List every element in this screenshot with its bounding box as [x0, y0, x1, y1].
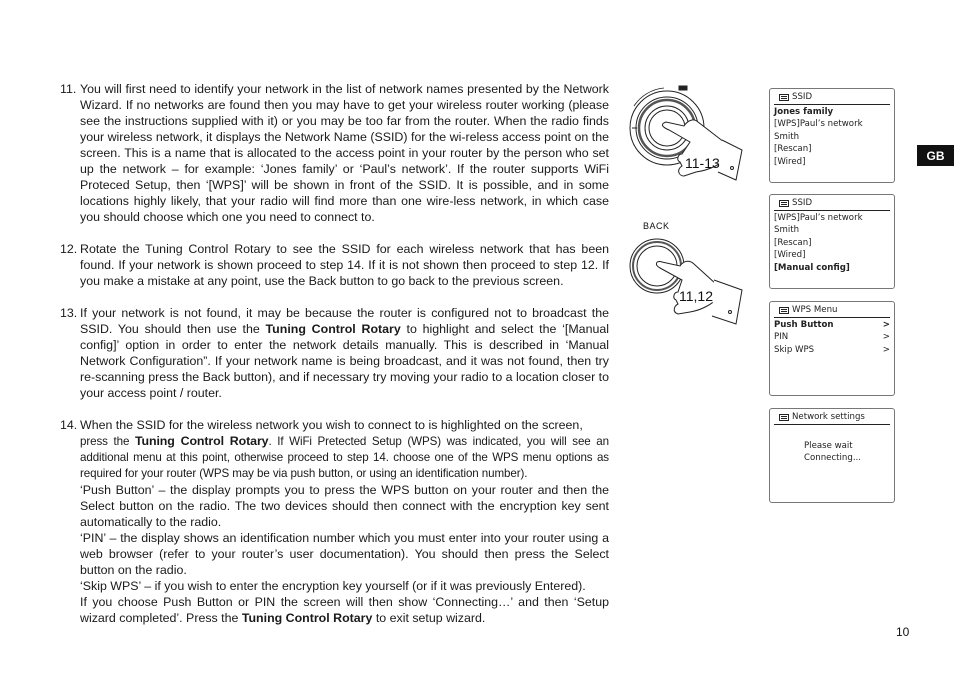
control-name: Tuning Control Rotary — [134, 434, 269, 448]
step-13: 13. If your network is not found, it may… — [60, 305, 609, 401]
lcd-screen-network-settings: Network settings Please wait Connecting.… — [769, 408, 895, 503]
network-item[interactable]: Smith — [774, 131, 890, 143]
menu-list-icon — [779, 199, 789, 207]
language-tab: GB — [917, 145, 954, 166]
rescan-item[interactable]: [Rescan] — [774, 143, 890, 155]
step-11: 11. You will first need to identify your… — [60, 81, 609, 225]
text: to exit setup wizard. — [372, 611, 486, 625]
item-label: Smith — [774, 225, 800, 236]
step-label: 11-13 — [685, 155, 720, 171]
lcd-screen-ssid-2: SSID [WPS]Paul’s network Smith [Rescan] … — [769, 194, 895, 289]
manual-config-item[interactable]: [Manual config] — [774, 262, 890, 274]
skip-wps-item[interactable]: Skip WPS > — [774, 344, 890, 356]
pin-item[interactable]: PIN > — [774, 331, 890, 343]
screen-header: Network settings — [774, 411, 890, 425]
item-label: Skip WPS — [774, 344, 815, 355]
push-button-option-text: ‘Push Button’ – the display prompts you … — [80, 483, 609, 529]
step-text: If you choose Push Button or PIN the scr… — [80, 594, 609, 626]
screen-title: WPS Menu — [792, 304, 838, 315]
back-button-label: BACK — [643, 221, 670, 231]
wired-item[interactable]: [Wired] — [774, 249, 890, 261]
wired-item[interactable]: [Wired] — [774, 156, 890, 168]
screen-title: SSID — [792, 91, 813, 102]
status-message: Connecting... — [804, 453, 862, 464]
chevron-right-icon: > — [882, 344, 890, 355]
item-label: PIN — [774, 332, 789, 343]
item-label: [Wired] — [774, 250, 806, 261]
menu-list-icon — [779, 306, 789, 314]
screen-header: WPS Menu — [774, 304, 890, 318]
step-text: When the SSID for the wireless network y… — [80, 418, 583, 432]
item-label: [Manual config] — [774, 262, 850, 273]
item-label: [Rescan] — [774, 237, 812, 248]
instructions-column: 11. You will first need to identify your… — [60, 81, 609, 642]
chevron-right-icon: > — [882, 332, 890, 343]
status-message: Please wait — [804, 441, 853, 451]
skip-wps-option-text: ‘Skip WPS’ – if you wish to enter the en… — [80, 579, 586, 593]
back-button-icon — [629, 238, 743, 325]
item-label: Smith — [774, 131, 800, 142]
rescan-item[interactable]: [Rescan] — [774, 237, 890, 249]
network-item[interactable]: Jones family — [774, 106, 890, 118]
network-item[interactable]: [WPS]Paul’s network — [774, 212, 890, 224]
screen-title: Network settings — [792, 411, 865, 422]
network-item[interactable]: Smith — [774, 224, 890, 236]
step-number: 11. — [60, 82, 77, 96]
lcd-screen-ssid-1: SSID Jones family [WPS]Paul’s network Sm… — [769, 88, 895, 183]
step-number: 12. — [60, 242, 78, 256]
menu-list-icon — [779, 93, 789, 101]
screen-title: SSID — [792, 197, 813, 208]
item-label: [WPS]Paul’s network — [774, 213, 863, 223]
control-name: Tuning Control Rotary — [241, 611, 373, 625]
push-button-item[interactable]: Push Button > — [774, 319, 890, 331]
item-label: [Wired] — [774, 156, 806, 167]
tuning-rotary-icon — [629, 85, 743, 181]
item-label: Jones family — [774, 107, 834, 117]
rotary-figure: 11-13 — [624, 80, 754, 200]
network-item[interactable]: [WPS]Paul’s network — [774, 118, 890, 130]
item-label: [Rescan] — [774, 144, 812, 155]
pin-option-text: ‘PIN’ – the display shows an identificat… — [80, 531, 609, 577]
step-number: 14. — [60, 418, 78, 432]
step-text: press the Tuning Control Rotary. If WiFi… — [80, 433, 609, 482]
screen-header: SSID — [774, 91, 890, 105]
screen-header: SSID — [774, 197, 890, 211]
step-12: 12. Rotate the Tuning Control Rotary to … — [60, 241, 609, 289]
lcd-screen-wps-menu: WPS Menu Push Button > PIN > Skip WPS > — [769, 301, 895, 396]
item-label: Push Button — [774, 320, 834, 330]
item-label: [WPS]Paul’s network — [774, 119, 863, 130]
step-number: 13. — [60, 306, 78, 320]
step-label: 11,12 — [679, 288, 713, 304]
step-14: 14. When the SSID for the wireless netwo… — [60, 417, 609, 626]
text: press the — [80, 435, 135, 448]
control-name: Tuning Control Rotary — [265, 322, 401, 336]
page-number: 10 — [896, 625, 910, 639]
chevron-right-icon: > — [882, 320, 890, 330]
step-text: You will first need to identify your net… — [80, 82, 609, 224]
back-figure: 11,12 — [624, 232, 754, 342]
step-text: If your network is not found, it may be … — [80, 305, 609, 401]
step-text: Rotate the Tuning Control Rotary to see … — [80, 242, 609, 288]
menu-list-icon — [779, 413, 789, 421]
